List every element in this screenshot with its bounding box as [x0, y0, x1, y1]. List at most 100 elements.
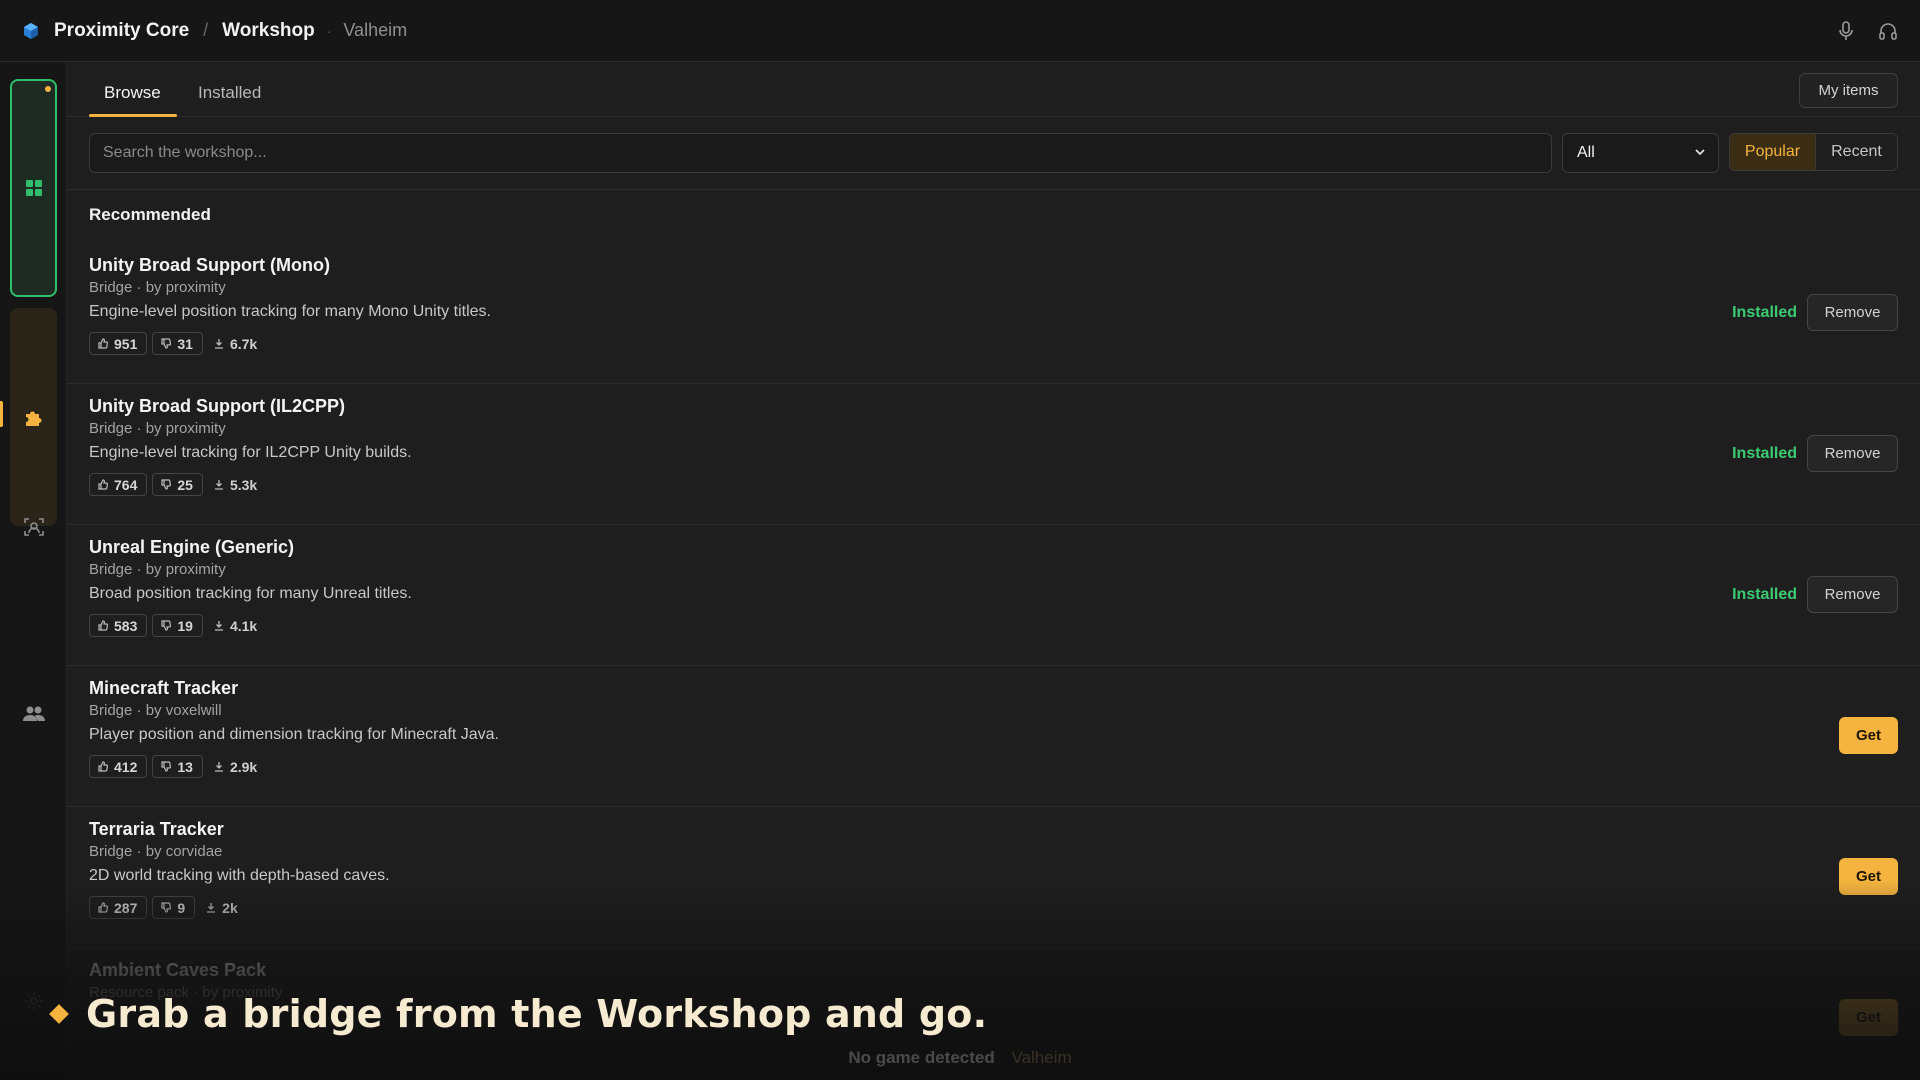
upvote-count: 412: [114, 758, 138, 775]
download-stat: 4.1k: [214, 618, 257, 634]
item-title[interactable]: Ambient Caves Pack: [89, 960, 266, 981]
item-description: Engine-level position tracking for many …: [89, 303, 491, 320]
headphones-icon[interactable]: [1878, 20, 1898, 42]
tab-installed[interactable]: Installed: [198, 83, 261, 103]
item-meta: Bridge · by proximity: [89, 420, 226, 437]
type-filter-value: All: [1577, 144, 1595, 161]
notification-dot: [45, 86, 51, 92]
downvote-count: 9: [177, 899, 186, 916]
download-icon: [214, 761, 224, 772]
list-item[interactable]: Minecraft Tracker Bridge · by voxelwill Pl…: [67, 666, 1920, 807]
thumb-up-icon: [98, 479, 108, 490]
sort-recent-button[interactable]: Recent: [1815, 134, 1897, 170]
installed-status: Installed: [1732, 444, 1797, 462]
microphone-icon[interactable]: [1836, 20, 1856, 42]
thumb-up-icon: [98, 620, 108, 631]
search-input[interactable]: [89, 133, 1552, 173]
breadcrumb-page[interactable]: Workshop: [222, 20, 315, 42]
caption-text: Grab a bridge from the Workshop and go.: [86, 992, 988, 1036]
tab-bar: Browse Installed My items: [67, 62, 1920, 117]
item-stats: 764 25 5.3k: [89, 473, 257, 496]
downvote-button[interactable]: 19: [152, 614, 203, 637]
breadcrumb-dot: ·: [326, 22, 332, 39]
thumb-up-icon: [98, 902, 108, 913]
workshop-main: Browse Installed My items All Popular Re…: [67, 62, 1920, 1080]
title-bar: Proximity Core / Workshop · Valheim: [0, 0, 1920, 62]
item-actions: Installed Remove: [1732, 294, 1898, 331]
item-description: Engine-level tracking for IL2CPP Unity b…: [89, 444, 412, 461]
item-title[interactable]: Terraria Tracker: [89, 819, 224, 840]
users-icon: [23, 706, 45, 721]
scan-face-icon: [24, 518, 44, 536]
upvote-count: 951: [114, 335, 138, 352]
download-icon: [206, 902, 216, 913]
list-item[interactable]: Unity Broad Support (Mono) Bridge · by pr…: [67, 243, 1920, 384]
item-title[interactable]: Minecraft Tracker: [89, 678, 238, 699]
thumb-up-icon: [98, 761, 108, 772]
get-button[interactable]: Get: [1839, 717, 1898, 754]
thumb-down-icon: [161, 902, 172, 913]
item-title[interactable]: Unity Broad Support (IL2CPP): [89, 396, 345, 417]
upvote-button[interactable]: 287: [89, 896, 148, 919]
upvote-count: 287: [114, 899, 138, 916]
download-count: 4.1k: [229, 617, 258, 634]
item-meta: Bridge · by corvidae: [89, 843, 223, 860]
list-item[interactable]: Unreal Engine (Generic) Bridge · by proxi…: [67, 525, 1920, 666]
remove-button[interactable]: Remove: [1807, 576, 1898, 613]
current-game: Valheim: [343, 20, 408, 40]
item-stats: 287 9 2k: [89, 896, 238, 919]
chevron-down-icon: [1695, 149, 1705, 156]
item-stats: 583 19 4.1k: [89, 614, 257, 637]
rail-settings-button[interactable]: [22, 989, 46, 1013]
type-filter-select[interactable]: All: [1562, 133, 1719, 173]
status-game: Valheim: [1011, 1048, 1072, 1067]
item-actions: Get: [1839, 858, 1898, 895]
item-meta: Bridge · by voxelwill: [89, 702, 222, 719]
status-bar: No game detected Valheim: [0, 1048, 1920, 1072]
breadcrumb-app[interactable]: Proximity Core: [54, 20, 189, 42]
downvote-count: 31: [177, 335, 193, 352]
download-count: 6.7k: [229, 335, 258, 352]
item-title[interactable]: Unity Broad Support (Mono): [89, 255, 330, 276]
download-stat: 6.7k: [214, 336, 257, 352]
rail-workshop-button[interactable]: [10, 308, 57, 526]
thumb-down-icon: [161, 620, 172, 631]
gear-icon: [25, 992, 43, 1010]
upvote-button[interactable]: 412: [89, 755, 148, 778]
section-title: Recommended: [89, 205, 211, 224]
remove-button[interactable]: Remove: [1807, 435, 1898, 472]
upvote-count: 764: [114, 476, 138, 493]
installed-status: Installed: [1732, 303, 1797, 321]
my-items-button[interactable]: My items: [1799, 73, 1898, 108]
download-count: 5.3k: [229, 476, 258, 493]
thumb-down-icon: [161, 479, 172, 490]
downvote-button[interactable]: 31: [152, 332, 203, 355]
sort-popular-button[interactable]: Popular: [1730, 134, 1816, 170]
get-button[interactable]: Get: [1839, 999, 1898, 1036]
list-item[interactable]: Terraria Tracker Bridge · by corvidae 2D w…: [67, 807, 1920, 948]
list-item[interactable]: Unity Broad Support (IL2CPP) Bridge · by …: [67, 384, 1920, 525]
breadcrumb-separator: /: [203, 20, 209, 40]
upvote-button[interactable]: 764: [89, 473, 148, 496]
rail-active-indicator: [0, 401, 3, 427]
upvote-button[interactable]: 583: [89, 614, 148, 637]
upvote-button[interactable]: 951: [89, 332, 148, 355]
item-actions: Installed Remove: [1732, 435, 1898, 472]
tab-browse[interactable]: Browse: [104, 83, 161, 103]
rail-dashboard-button[interactable]: [10, 79, 57, 297]
rail-tracking-button[interactable]: [22, 515, 46, 539]
downvote-button[interactable]: 9: [152, 896, 196, 919]
downvote-button[interactable]: 25: [152, 473, 203, 496]
item-actions: Get: [1839, 717, 1898, 754]
rail-players-button[interactable]: [22, 702, 46, 726]
grid-icon: [25, 180, 42, 196]
remove-button[interactable]: Remove: [1807, 294, 1898, 331]
downvote-button[interactable]: 13: [152, 755, 203, 778]
get-button[interactable]: Get: [1839, 858, 1898, 895]
thumb-down-icon: [161, 338, 172, 349]
item-title[interactable]: Unreal Engine (Generic): [89, 537, 294, 558]
item-stats: 951 31 6.7k: [89, 332, 257, 355]
left-rail: [0, 62, 67, 1080]
item-description: 2D world tracking with depth-based caves…: [89, 867, 390, 884]
download-stat: 2k: [206, 900, 238, 916]
